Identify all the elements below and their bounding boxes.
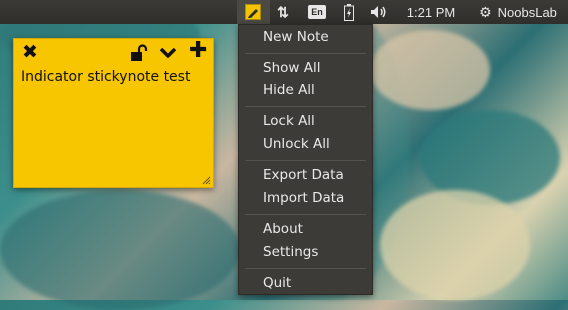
menu-separator xyxy=(245,268,366,269)
menu-item-unlock-all[interactable]: Unlock All xyxy=(263,134,330,154)
stickynotes-menu: New Note Show All Hide All Lock All Unlo… xyxy=(238,24,373,295)
close-icon[interactable]: ✖ xyxy=(22,43,38,62)
speaker-volume-icon xyxy=(371,6,386,18)
username-label: NoobsLab xyxy=(497,4,557,20)
volume-indicator[interactable] xyxy=(369,0,389,24)
battery-indicator[interactable] xyxy=(339,0,359,24)
network-updown-icon: ⇅ xyxy=(277,3,289,20)
menu-separator xyxy=(245,214,366,215)
resize-grip-icon[interactable] xyxy=(201,175,211,185)
clock-time: 1:21 PM xyxy=(406,4,456,20)
plus-icon[interactable]: ✚ xyxy=(189,40,207,62)
menu-item-about[interactable]: About xyxy=(263,219,303,239)
menu-item-settings[interactable]: Settings xyxy=(263,242,318,262)
menu-item-show-all[interactable]: Show All xyxy=(263,58,320,78)
menu-separator xyxy=(245,160,366,161)
battery-charging-icon xyxy=(344,3,354,21)
menu-item-import-data[interactable]: Import Data xyxy=(263,188,344,208)
lock-open-icon[interactable] xyxy=(130,44,148,62)
chevron-down-icon[interactable] xyxy=(159,44,177,62)
gear-icon: ⚙ xyxy=(479,3,492,20)
menu-item-lock-all[interactable]: Lock All xyxy=(263,111,315,131)
sticky-note[interactable]: ✖ ✚ Indicator stickynote test xyxy=(13,38,214,188)
menu-item-new-note[interactable]: New Note xyxy=(263,27,329,47)
keyboard-layout-label: En xyxy=(308,5,326,19)
stickynotes-indicator[interactable] xyxy=(242,0,264,24)
clock[interactable]: 1:21 PM xyxy=(400,0,462,24)
menu-item-export-data[interactable]: Export Data xyxy=(263,165,344,185)
session-menu[interactable]: ⚙ NoobsLab xyxy=(470,0,566,24)
network-indicator[interactable]: ⇅ xyxy=(272,0,294,24)
menu-item-hide-all[interactable]: Hide All xyxy=(263,80,315,100)
note-text[interactable]: Indicator stickynote test xyxy=(21,69,190,85)
sticky-note-pencil-icon xyxy=(245,4,261,20)
menu-separator xyxy=(245,106,366,107)
menu-item-quit[interactable]: Quit xyxy=(263,273,291,293)
keyboard-layout-indicator[interactable]: En xyxy=(306,0,328,24)
menu-separator xyxy=(245,53,366,54)
top-panel: ⇅ En 1:21 PM ⚙ NoobsLab xyxy=(0,0,568,24)
